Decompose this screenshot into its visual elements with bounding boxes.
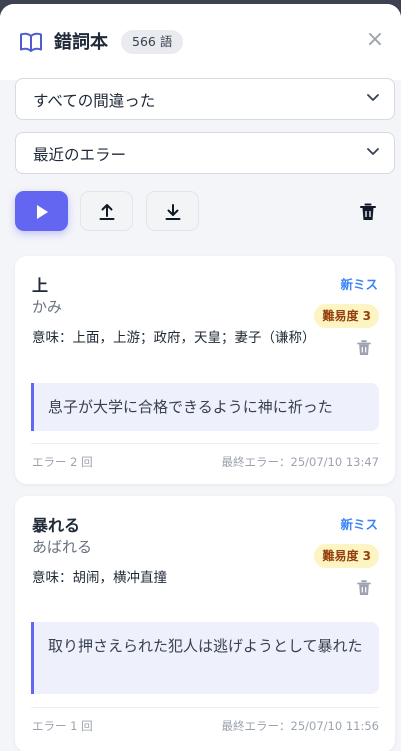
delete-all-trash-icon[interactable] bbox=[360, 203, 376, 221]
difficulty-badge: 難易度 3 bbox=[314, 304, 379, 328]
trash-icon[interactable] bbox=[357, 340, 371, 356]
trash-icon[interactable] bbox=[357, 580, 371, 596]
divider bbox=[31, 707, 379, 708]
sort-select[interactable]: 最近のエラー bbox=[15, 132, 395, 174]
play-icon bbox=[37, 205, 48, 219]
scope-select-value: すべての間違った bbox=[33, 92, 156, 110]
download-button[interactable] bbox=[146, 191, 199, 231]
word-text: 暴れる bbox=[32, 516, 81, 535]
last-error-time: 最終エラー：25/07/10 11:56 bbox=[221, 719, 379, 733]
wrong-word-card[interactable]: 暴れる あばれる 意味：胡闹，横冲直撞 新ミス 難易度 3 取り押さえられた犯人… bbox=[15, 496, 395, 751]
page-title: 錯詞本 bbox=[54, 32, 108, 53]
play-button[interactable] bbox=[15, 191, 68, 231]
wrong-word-card[interactable]: 上 かみ 意味：上面，上游；政府，天皇；妻子（谦称） 新ミス 難易度 3 息子が… bbox=[15, 256, 395, 484]
divider bbox=[31, 443, 379, 444]
book-icon bbox=[20, 32, 42, 52]
chevron-down-icon bbox=[367, 148, 379, 155]
example-sentence: 取り押さえられた犯人は逃げようとして暴れた bbox=[31, 622, 379, 694]
status-badge: 新ミス bbox=[340, 277, 378, 292]
word-meaning: 意味：胡闹，横冲直撞 bbox=[32, 570, 167, 586]
word-count-badge: 566 語 bbox=[121, 30, 184, 54]
word-reading: あばれる bbox=[32, 538, 93, 556]
error-count: エラー 1 回 bbox=[32, 719, 93, 733]
header: 錯詞本 566 語 × bbox=[0, 4, 401, 80]
last-error-time: 最終エラー：25/07/10 13:47 bbox=[221, 455, 379, 469]
download-icon bbox=[165, 204, 181, 220]
scope-select[interactable]: すべての間違った bbox=[15, 78, 395, 120]
upload-button[interactable] bbox=[80, 191, 133, 231]
close-button[interactable]: × bbox=[364, 27, 386, 52]
chevron-down-icon bbox=[367, 94, 379, 101]
word-reading: かみ bbox=[32, 298, 63, 316]
word-text: 上 bbox=[32, 276, 49, 295]
close-icon: × bbox=[365, 27, 385, 52]
word-meaning: 意味：上面，上游；政府，天皇；妻子（谦称） bbox=[32, 330, 316, 346]
example-sentence: 息子が大学に合格できるように神に祈った bbox=[31, 383, 379, 431]
upload-icon bbox=[99, 204, 115, 220]
sort-select-value: 最近のエラー bbox=[33, 146, 127, 164]
wrong-words-panel: 錯詞本 566 語 × すべての間違った 最近のエラー 上 かみ 意味：上面，上… bbox=[0, 4, 401, 751]
error-count: エラー 2 回 bbox=[32, 455, 93, 469]
difficulty-badge: 難易度 3 bbox=[314, 544, 379, 568]
status-badge: 新ミス bbox=[340, 517, 378, 532]
